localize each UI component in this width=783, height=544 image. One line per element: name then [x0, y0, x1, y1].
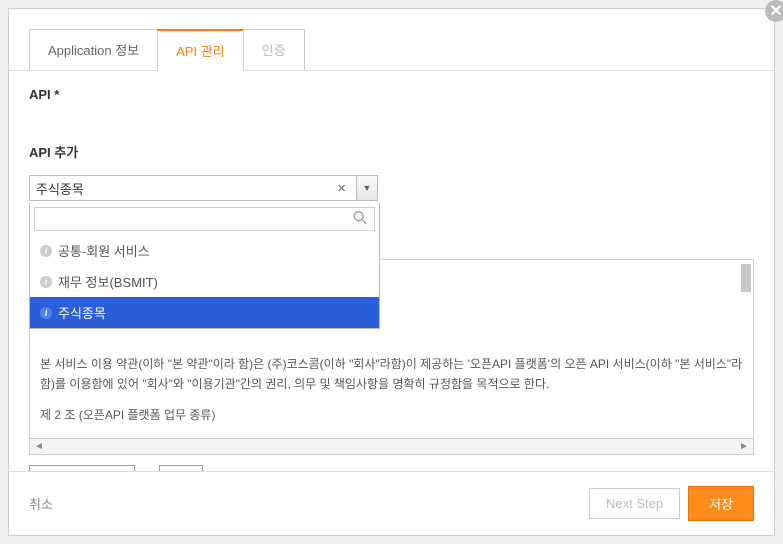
tabs: Application 정보 API 관리 인증: [9, 9, 774, 71]
tab-application-info[interactable]: Application 정보: [29, 29, 158, 70]
combo-selected-value: 주식종목: [36, 179, 333, 198]
save-button[interactable]: 저장: [688, 486, 754, 521]
tab-auth[interactable]: 인증: [243, 29, 305, 70]
clear-icon[interactable]: ×: [333, 180, 350, 197]
terms-line: 본 서비스 이용 약관(이하 "본 약관"이라 함)은 (주)코스콤(이하 "회…: [40, 354, 743, 374]
api-section-label: API *: [29, 87, 754, 102]
agree-terms-button[interactable]: 이용 약관에 동의: [29, 465, 135, 471]
info-icon: i: [40, 276, 52, 288]
dropdown-search-input[interactable]: [34, 207, 375, 231]
info-icon: i: [40, 307, 52, 319]
terms-buttons: 이용 약관에 동의 취소: [29, 465, 754, 471]
dropdown-item-stock[interactable]: i 주식종목: [30, 297, 379, 328]
dropdown-panel: i 공통-회원 서비스 i 재무 정보(BSMIT) i 주식종목: [29, 203, 380, 329]
cancel-terms-button[interactable]: 취소: [159, 465, 203, 471]
dialog: Application 정보 API 관리 인증 API * API 추가 주식…: [8, 8, 775, 536]
dropdown-item-label: 주식종목: [58, 303, 106, 322]
vertical-scrollbar-thumb[interactable]: [741, 264, 751, 292]
dropdown-item-financial-info[interactable]: i 재무 정보(BSMIT): [30, 266, 379, 297]
info-icon: i: [40, 245, 52, 257]
footer: 취소 Next Step 저장: [9, 471, 774, 535]
horizontal-scrollbar[interactable]: ◄ ►: [29, 439, 754, 455]
api-combo-input[interactable]: 주식종목 ×: [29, 175, 357, 201]
dropdown-item-common-member[interactable]: i 공통-회원 서비스: [30, 235, 379, 266]
dropdown-item-label: 공통-회원 서비스: [58, 241, 150, 260]
scroll-right-icon[interactable]: ►: [739, 441, 749, 452]
dropdown-item-label: 재무 정보(BSMIT): [58, 272, 158, 291]
next-step-button: Next Step: [589, 488, 680, 519]
combo-dropdown-arrow[interactable]: ▼: [356, 175, 378, 201]
close-icon[interactable]: ✕: [765, 0, 783, 22]
close-x-glyph: ✕: [769, 1, 782, 21]
combo-row: 주식종목 × ▼: [29, 175, 754, 201]
content: API * API 추가 주식종목 × ▼ i 공통-회원 서비스: [9, 71, 774, 471]
chevron-down-icon: ▼: [363, 183, 372, 193]
terms-line: 제 2 조 (오픈API 플랫폼 업무 종류): [40, 405, 743, 425]
api-add-label: API 추가: [29, 142, 754, 161]
dropdown-search-row: [30, 203, 379, 235]
terms-line: 함)를 이용함에 있어 "회사"와 "이용기관"간의 권리, 의무 및 책임사항…: [40, 374, 743, 394]
scroll-left-icon[interactable]: ◄: [34, 441, 44, 452]
dropdown-list: i 공통-회원 서비스 i 재무 정보(BSMIT) i 주식종목: [30, 235, 379, 328]
tab-api-management[interactable]: API 관리: [157, 29, 244, 71]
footer-cancel-link[interactable]: 취소: [29, 494, 53, 513]
